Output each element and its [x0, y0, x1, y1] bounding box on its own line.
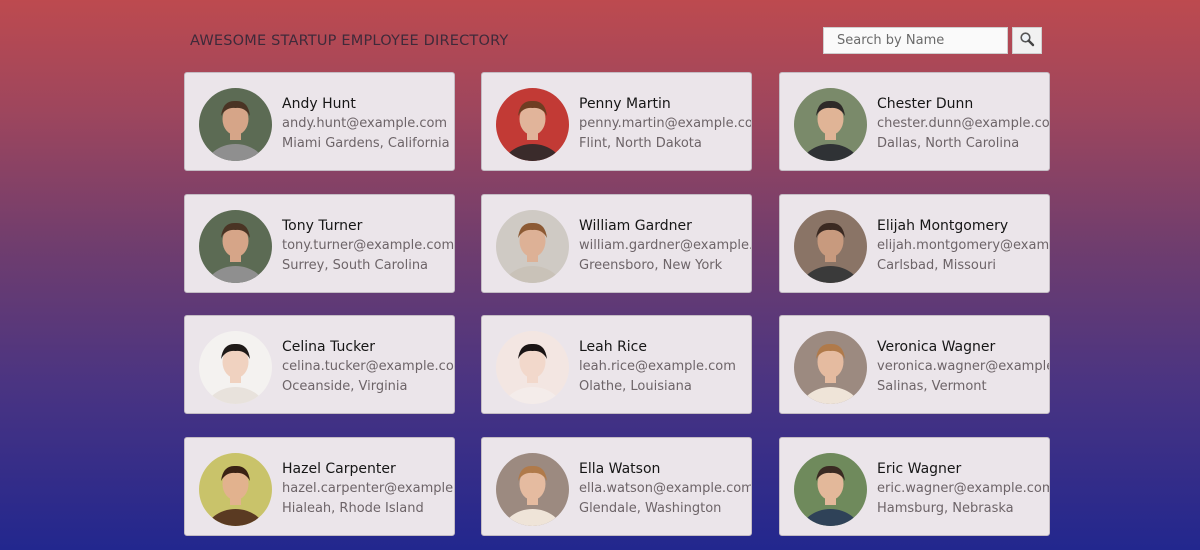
employee-name: Elijah Montgomery: [877, 218, 1009, 234]
employee-info: Veronica Wagner veronica.wagner@example.c…: [877, 337, 1049, 397]
employee-card[interactable]: Hazel Carpenter hazel.carpenter@example.c…: [184, 437, 455, 536]
employee-email: hazel.carpenter@example.com: [282, 481, 454, 496]
employee-card[interactable]: Leah Rice leah.rice@example.com Olathe, Lo…: [481, 315, 752, 414]
employee-card[interactable]: Eric Wagner eric.wagner@example.com Hamsbu…: [779, 437, 1050, 536]
avatar: [199, 210, 272, 283]
avatar: [199, 453, 272, 526]
avatar: [794, 88, 867, 161]
employee-email: penny.martin@example.com: [579, 116, 752, 131]
employee-location: Dallas, North Carolina: [877, 136, 1020, 151]
employee-email: tony.turner@example.com: [282, 238, 455, 253]
employee-location: Carlsbad, Missouri: [877, 258, 997, 273]
employee-email: veronica.wagner@example.com: [877, 359, 1049, 374]
search-button[interactable]: [1012, 27, 1042, 54]
employee-email: william.gardner@example.com: [579, 238, 751, 253]
employee-location: Hialeah, Rhode Island: [282, 501, 424, 516]
employee-card[interactable]: Tony Turner tony.turner@example.com Surrey…: [184, 194, 455, 293]
employee-info: Leah Rice leah.rice@example.com Olathe, Lo…: [579, 337, 736, 397]
avatar: [794, 210, 867, 283]
avatar: [496, 88, 569, 161]
employee-info: Penny Martin penny.martin@example.com Flin…: [579, 94, 752, 154]
page-title: AWESOME STARTUP EMPLOYEE DIRECTORY: [190, 33, 509, 49]
employee-location: Flint, North Dakota: [579, 136, 702, 151]
employee-name: Andy Hunt: [282, 96, 356, 112]
employee-location: Salinas, Vermont: [877, 379, 987, 394]
employee-card[interactable]: Chester Dunn chester.dunn@example.com Dall…: [779, 72, 1050, 171]
employee-card[interactable]: Ella Watson ella.watson@example.com Glenda…: [481, 437, 752, 536]
search-form: [823, 27, 1042, 54]
employee-card[interactable]: Veronica Wagner veronica.wagner@example.c…: [779, 315, 1050, 414]
employee-info: Chester Dunn chester.dunn@example.com Dall…: [877, 94, 1050, 154]
employee-name: Celina Tucker: [282, 339, 376, 355]
employee-email: celina.tucker@example.com: [282, 359, 455, 374]
search-input[interactable]: [823, 27, 1008, 54]
avatar: [496, 453, 569, 526]
avatar: [199, 331, 272, 404]
employee-info: Hazel Carpenter hazel.carpenter@example.c…: [282, 459, 454, 519]
employee-name: Veronica Wagner: [877, 339, 996, 355]
employee-location: Olathe, Louisiana: [579, 379, 692, 394]
employee-name: Hazel Carpenter: [282, 461, 396, 477]
employee-location: Surrey, South Carolina: [282, 258, 429, 273]
employee-location: Greensboro, New York: [579, 258, 723, 273]
employee-card[interactable]: Celina Tucker celina.tucker@example.com Oc…: [184, 315, 455, 414]
employee-name: Leah Rice: [579, 339, 647, 355]
employee-name: Ella Watson: [579, 461, 661, 477]
employee-card[interactable]: Penny Martin penny.martin@example.com Flin…: [481, 72, 752, 171]
employee-info: Elijah Montgomery elijah.montgomery@examp…: [877, 216, 1050, 276]
employee-card[interactable]: Elijah Montgomery elijah.montgomery@examp…: [779, 194, 1050, 293]
avatar: [794, 453, 867, 526]
employee-info: Celina Tucker celina.tucker@example.com Oc…: [282, 337, 455, 397]
employee-location: Hamsburg, Nebraska: [877, 501, 1014, 516]
employee-location: Miami Gardens, California: [282, 136, 450, 151]
employee-info: Tony Turner tony.turner@example.com Surrey…: [282, 216, 454, 276]
employee-email: ella.watson@example.com: [579, 481, 752, 496]
employee-name: Chester Dunn: [877, 96, 974, 112]
employee-info: Ella Watson ella.watson@example.com Glenda…: [579, 459, 752, 519]
avatar: [496, 331, 569, 404]
employee-info: Andy Hunt andy.hunt@example.com Miami Gard…: [282, 94, 450, 154]
magnifier-icon: [1019, 31, 1035, 51]
employee-email: elijah.montgomery@example.com: [877, 238, 1050, 253]
employee-name: Eric Wagner: [877, 461, 962, 477]
employee-name: Tony Turner: [282, 218, 363, 234]
employee-card[interactable]: Andy Hunt andy.hunt@example.com Miami Gard…: [184, 72, 455, 171]
employee-location: Glendale, Washington: [579, 501, 722, 516]
employee-name: Penny Martin: [579, 96, 671, 112]
employee-email: andy.hunt@example.com: [282, 116, 448, 131]
employee-email: leah.rice@example.com: [579, 359, 736, 374]
employee-location: Oceanside, Virginia: [282, 379, 408, 394]
employee-name: William Gardner: [579, 218, 692, 234]
employee-email: eric.wagner@example.com: [877, 481, 1050, 496]
employee-info: William Gardner william.gardner@example.c…: [579, 216, 751, 276]
avatar: [794, 331, 867, 404]
employee-card[interactable]: William Gardner william.gardner@example.c…: [481, 194, 752, 293]
avatar: [199, 88, 272, 161]
avatar: [496, 210, 569, 283]
employee-email: chester.dunn@example.com: [877, 116, 1050, 131]
employee-info: Eric Wagner eric.wagner@example.com Hamsbu…: [877, 459, 1050, 519]
